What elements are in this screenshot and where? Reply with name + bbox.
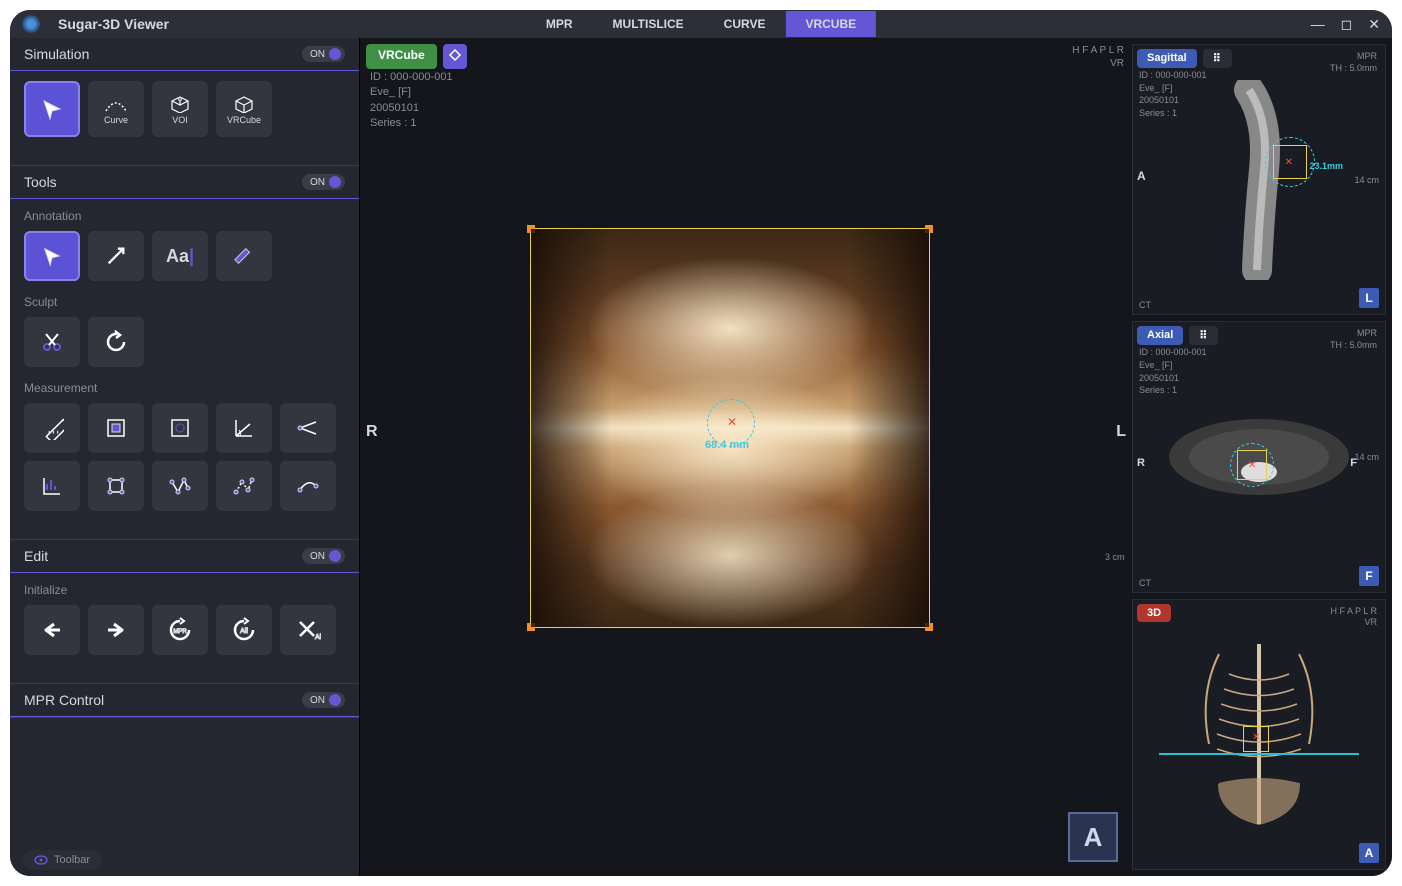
svg-text:All: All — [240, 628, 248, 635]
annotation-text-button[interactable]: Aa| — [152, 231, 208, 281]
measure-ruler-button[interactable] — [24, 403, 80, 453]
axial-corner: F — [1359, 566, 1379, 586]
tab-vrcube[interactable]: VRCUBE — [785, 11, 876, 37]
measure-angle2-button[interactable] — [280, 403, 336, 453]
sim-curve-button[interactable]: Curve — [88, 81, 144, 137]
main-view-mode-icon[interactable] — [443, 44, 467, 69]
tab-multislice[interactable]: MULTISLICE — [593, 11, 704, 37]
annotation-arrow-button[interactable] — [88, 231, 144, 281]
tab-mpr[interactable]: MPR — [526, 11, 593, 37]
3d-corner: A — [1359, 843, 1379, 863]
section-tools-title: Tools — [24, 174, 57, 190]
measure-profile-button[interactable] — [24, 461, 80, 511]
sagittal-corner: L — [1359, 288, 1379, 308]
measure-circle-button[interactable] — [152, 403, 208, 453]
svg-text:MPR: MPR — [173, 629, 187, 635]
main-measure-label: 68.4 mm — [705, 439, 749, 451]
marker-icon: ✕ — [727, 415, 737, 429]
annotation-select-button[interactable] — [24, 231, 80, 281]
eye-icon — [34, 855, 48, 865]
delete-all-button[interactable]: All — [280, 605, 336, 655]
reset-all-button[interactable]: All — [216, 605, 272, 655]
measure-rect-button[interactable] — [88, 403, 144, 453]
measure-angle-button[interactable] — [216, 403, 272, 453]
sagittal-viewport[interactable]: Sagittal ⠿ ID : 000-000-001 Eve_ [F] 200… — [1132, 44, 1386, 315]
sim-voi-button[interactable]: VOI — [152, 81, 208, 137]
reset-mpr-button[interactable]: MPR — [152, 605, 208, 655]
measurement-label: Measurement — [24, 381, 345, 395]
sculpt-label: Sculpt — [24, 295, 345, 309]
section-edit-title: Edit — [24, 548, 48, 564]
main-viewport[interactable]: VRCube ID : 000-000-001 Eve_ [F] 2005010… — [360, 38, 1132, 876]
tab-curve[interactable]: CURVE — [704, 11, 786, 37]
sim-vrcube-button[interactable]: VRCube — [216, 81, 272, 137]
3d-viewport[interactable]: 3D H F A P L R VR — [1132, 599, 1386, 870]
window-close[interactable]: ✕ — [1368, 16, 1380, 33]
sim-select-button[interactable] — [24, 81, 80, 137]
app-logo — [22, 15, 40, 33]
main-overlay-info: ID : 000-000-001 Eve_ [F] 20050101 Serie… — [370, 70, 453, 132]
section-mpr-title: MPR Control — [24, 692, 104, 708]
measure-polyline-button[interactable] — [152, 461, 208, 511]
main-view-badge: VRCube — [366, 44, 437, 69]
svg-text:All: All — [315, 634, 321, 641]
initialize-label: Initialize — [24, 583, 345, 597]
toolbar-chip[interactable]: Toolbar — [22, 850, 102, 870]
main-overlay-tr: H F A P L R VR — [1072, 44, 1124, 70]
window-minimize[interactable]: — — [1311, 16, 1325, 33]
annotation-pencil-button[interactable] — [216, 231, 272, 281]
orientation-cube[interactable]: A — [1068, 812, 1118, 862]
simulation-toggle[interactable]: ON — [302, 46, 345, 62]
mpr-toggle[interactable]: ON — [302, 692, 345, 708]
vrcube-selection-box[interactable]: ✕ 68.4 mm — [530, 228, 930, 628]
tools-toggle[interactable]: ON — [302, 174, 345, 190]
measure-curve-button[interactable] — [280, 461, 336, 511]
sculpt-cut-button[interactable] — [24, 317, 80, 367]
orient-l: L — [1116, 423, 1126, 441]
sculpt-reset-button[interactable] — [88, 317, 144, 367]
redo-button[interactable] — [88, 605, 144, 655]
annotation-label: Annotation — [24, 209, 345, 223]
edit-toggle[interactable]: ON — [302, 548, 345, 564]
orient-r: R — [366, 423, 378, 441]
measure-polygon-button[interactable] — [88, 461, 144, 511]
undo-button[interactable] — [24, 605, 80, 655]
measure-points-button[interactable] — [216, 461, 272, 511]
app-title: Sugar-3D Viewer — [58, 16, 169, 32]
axial-viewport[interactable]: Axial ⠿ ID : 000-000-001 Eve_ [F] 200501… — [1132, 321, 1386, 592]
section-simulation-title: Simulation — [24, 46, 89, 62]
window-maximize[interactable]: ◻ — [1341, 16, 1353, 33]
